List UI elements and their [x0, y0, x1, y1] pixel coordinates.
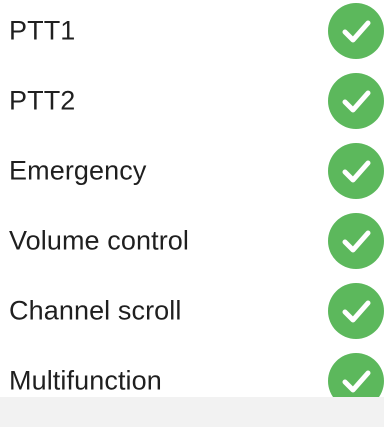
check-circle-icon — [328, 3, 384, 59]
list-item-ptt2: PTT2 — [0, 66, 384, 136]
check-circle-icon — [328, 213, 384, 269]
list-item-multifunction: Multifunction — [0, 346, 384, 397]
check-circle-icon — [328, 283, 384, 339]
list-item-volume-control: Volume control — [0, 206, 384, 276]
bottom-bar — [0, 397, 384, 427]
item-label: PTT1 — [9, 15, 76, 46]
button-test-screen: PTT1 PTT2 Emergency Volume control Chann — [0, 0, 384, 427]
check-circle-icon — [328, 353, 384, 397]
item-label: Emergency — [9, 155, 147, 186]
item-label: Multifunction — [9, 365, 162, 396]
check-circle-icon — [328, 143, 384, 199]
list-item-emergency: Emergency — [0, 136, 384, 206]
button-status-list: PTT1 PTT2 Emergency Volume control Chann — [0, 0, 384, 397]
list-item-ptt1: PTT1 — [0, 0, 384, 66]
list-item-channel-scroll: Channel scroll — [0, 276, 384, 346]
item-label: Channel scroll — [9, 295, 182, 326]
item-label: PTT2 — [9, 85, 76, 116]
item-label: Volume control — [9, 225, 189, 256]
check-circle-icon — [328, 73, 384, 129]
